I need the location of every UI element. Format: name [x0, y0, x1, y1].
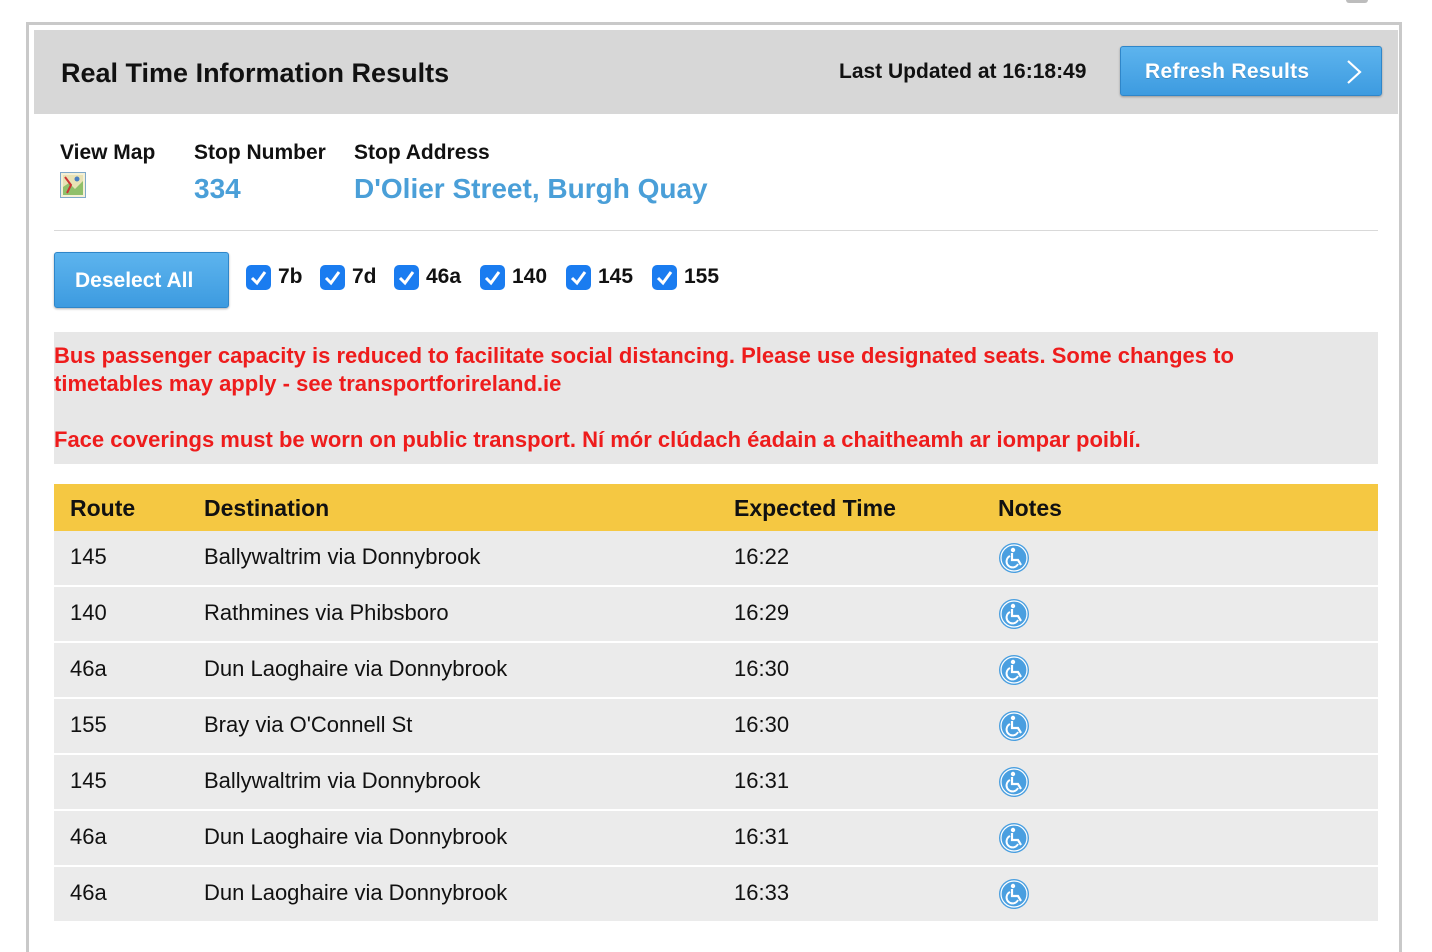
expected-time-cell: 16:22 — [734, 544, 790, 569]
route-filter-label: 155 — [684, 265, 720, 288]
notice-line-3: Face coverings must be worn on public tr… — [54, 427, 1141, 452]
route-filter-label: 140 — [512, 265, 548, 288]
stop-number-label: Stop Number — [194, 141, 326, 164]
route-filter-140[interactable]: 140 — [480, 263, 547, 291]
checkbox-checked-icon[interactable] — [566, 264, 591, 290]
route-filter-7d[interactable]: 7d — [320, 263, 377, 291]
checkbox-checked-icon[interactable] — [320, 264, 345, 290]
table-row: 145 Ballywaltrim via Donnybrook 16:31 — [54, 755, 1378, 811]
wheelchair-accessible-icon — [999, 655, 1029, 685]
wheelchair-accessible-icon — [999, 879, 1029, 909]
table-row: 46a Dun Laoghaire via Donnybrook 16:31 — [54, 811, 1378, 867]
route-filter-label: 7d — [352, 265, 377, 288]
route-cell: 145 — [70, 768, 107, 793]
destination-cell: Dun Laoghaire via Donnybrook — [204, 656, 508, 681]
table-row: 46a Dun Laoghaire via Donnybrook 16:30 — [54, 643, 1378, 699]
route-cell: 46a — [70, 656, 107, 681]
expected-time-cell: 16:31 — [734, 824, 790, 849]
section-divider — [54, 230, 1378, 231]
route-filter-label: 145 — [598, 265, 634, 288]
table-row: 140 Rathmines via Phibsboro 16:29 — [54, 587, 1378, 643]
column-header-expected-time: Expected Time — [734, 495, 896, 521]
expected-time-cell: 16:33 — [734, 880, 790, 905]
results-table-header: Route Destination Expected Time Notes — [54, 484, 1378, 531]
page-title: Real Time Information Results — [61, 58, 450, 88]
expected-time-cell: 16:30 — [734, 656, 790, 681]
window-corner-mark — [1346, 0, 1368, 3]
destination-cell: Rathmines via Phibsboro — [204, 600, 449, 625]
checkbox-checked-icon[interactable] — [394, 264, 419, 290]
chevron-right-icon — [1347, 60, 1362, 84]
wheelchair-accessible-icon — [999, 767, 1029, 797]
stop-number-value: 334 — [194, 173, 241, 204]
route-filter-46a[interactable]: 46a — [394, 263, 461, 291]
deselect-all-button[interactable]: Deselect All — [54, 252, 229, 308]
deselect-all-label: Deselect All — [75, 269, 194, 292]
table-row: 145 Ballywaltrim via Donnybrook 16:22 — [54, 531, 1378, 587]
wheelchair-accessible-icon — [999, 543, 1029, 573]
route-cell: 145 — [70, 544, 107, 569]
route-filter-155[interactable]: 155 — [652, 263, 719, 291]
wheelchair-accessible-icon — [999, 823, 1029, 853]
table-row: 155 Bray via O'Connell St 16:30 — [54, 699, 1378, 755]
refresh-results-button[interactable]: Refresh Results — [1120, 46, 1382, 96]
column-header-destination: Destination — [204, 495, 330, 521]
stop-address-value: D'Olier Street, Burgh Quay — [354, 173, 708, 204]
checkbox-checked-icon[interactable] — [652, 264, 677, 290]
destination-cell: Ballywaltrim via Donnybrook — [204, 768, 481, 793]
route-cell: 46a — [70, 824, 107, 849]
route-filter-7b[interactable]: 7b — [246, 263, 303, 291]
route-filter-145[interactable]: 145 — [566, 263, 633, 291]
destination-cell: Ballywaltrim via Donnybrook — [204, 544, 481, 569]
refresh-results-label: Refresh Results — [1145, 60, 1310, 83]
column-header-notes: Notes — [998, 495, 1062, 521]
table-row: 46a Dun Laoghaire via Donnybrook 16:33 — [54, 867, 1378, 923]
last-updated-text: Last Updated at 16:18:49 — [839, 60, 1087, 83]
expected-time-cell: 16:29 — [734, 600, 790, 625]
notice-line-1: Bus passenger capacity is reduced to fac… — [54, 343, 1234, 368]
wheelchair-accessible-icon — [999, 711, 1029, 741]
expected-time-cell: 16:31 — [734, 768, 790, 793]
notice-line-2: timetables may apply - see transportfori… — [54, 371, 562, 396]
expected-time-cell: 16:30 — [734, 712, 790, 737]
destination-cell: Bray via O'Connell St — [204, 712, 413, 737]
route-filter-label: 46a — [426, 265, 462, 288]
stop-address-label: Stop Address — [354, 141, 490, 164]
route-filter-label: 7b — [278, 265, 303, 288]
map-icon[interactable] — [60, 172, 86, 198]
route-cell: 155 — [70, 712, 107, 737]
checkbox-checked-icon[interactable] — [480, 264, 505, 290]
route-cell: 140 — [70, 600, 107, 625]
column-header-route: Route — [70, 495, 136, 521]
checkbox-checked-icon[interactable] — [246, 264, 271, 290]
view-map-label: View Map — [60, 141, 156, 164]
route-cell: 46a — [70, 880, 107, 905]
results-header: Real Time Information Results Last Updat… — [34, 30, 1398, 114]
service-notice: Bus passenger capacity is reduced to fac… — [54, 332, 1378, 464]
wheelchair-accessible-icon — [999, 599, 1029, 629]
destination-cell: Dun Laoghaire via Donnybrook — [204, 824, 508, 849]
destination-cell: Dun Laoghaire via Donnybrook — [204, 880, 508, 905]
